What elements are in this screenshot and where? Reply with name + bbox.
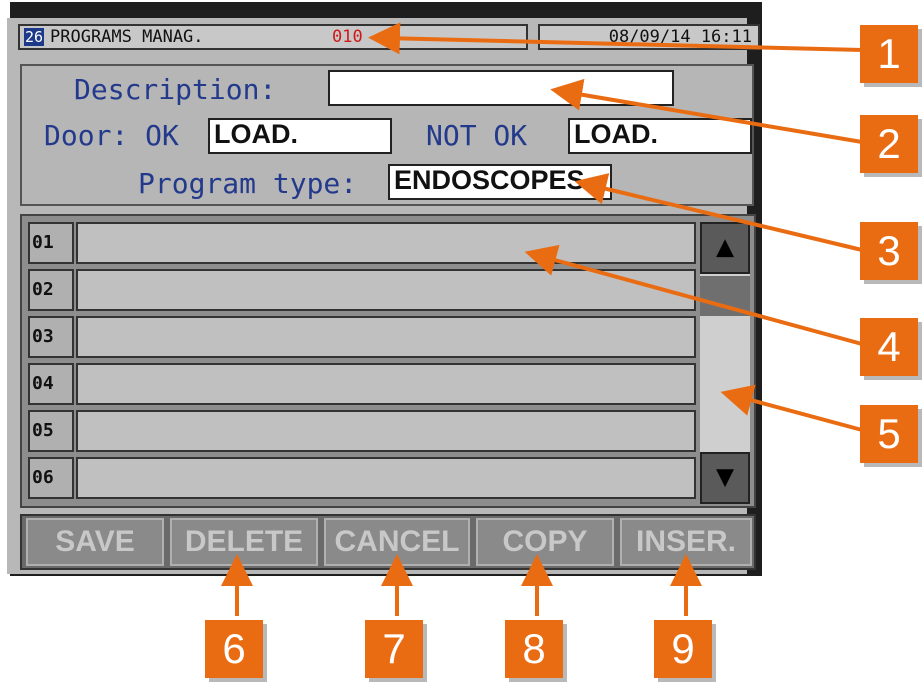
callout-2: 2 — [860, 115, 918, 173]
callout-1: 1 — [860, 25, 918, 83]
callout-9: 9 — [654, 620, 712, 678]
arrow-5 — [720, 384, 863, 432]
arrow-1 — [368, 22, 863, 55]
callout-7: 7 — [365, 620, 423, 678]
callout-3: 3 — [860, 222, 918, 280]
arrow-2 — [550, 78, 863, 144]
callout-5: 5 — [860, 405, 918, 463]
callout-arrows — [221, 22, 863, 616]
arrow-4 — [524, 244, 863, 346]
arrow-3 — [574, 173, 863, 252]
callout-4: 4 — [860, 318, 918, 376]
callout-6: 6 — [205, 620, 263, 678]
callout-8: 8 — [505, 620, 563, 678]
